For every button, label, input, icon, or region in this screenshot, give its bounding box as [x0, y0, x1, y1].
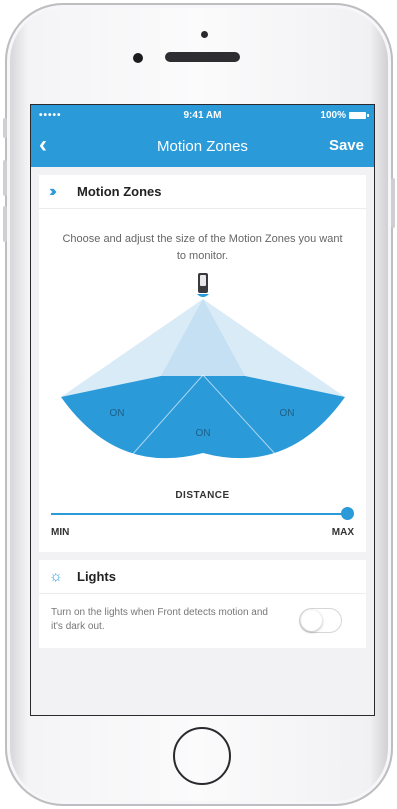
motion-zones-title: Motion Zones: [77, 184, 162, 199]
lights-toggle[interactable]: [299, 607, 342, 633]
nav-bar: ‹ Motion Zones Save: [31, 127, 374, 167]
volume-up-button: [3, 160, 7, 196]
lightbulb-icon: ☼: [49, 568, 63, 585]
toggle-knob[interactable]: [301, 609, 322, 631]
power-button: [391, 178, 395, 228]
save-button[interactable]: Save: [329, 137, 364, 154]
page-title: Motion Zones: [157, 138, 248, 155]
lights-description: Turn on the lights when Front detects mo…: [51, 607, 268, 632]
lights-header: ☼ Lights: [39, 560, 366, 594]
slider-track[interactable]: [51, 513, 342, 515]
volume-down-button: [3, 206, 7, 242]
motion-zones-diagram: ON ON ON: [39, 271, 368, 476]
battery-indicator: 100%: [320, 110, 369, 121]
lights-row: Turn on the lights when Front detects mo…: [39, 594, 366, 648]
slider-thumb[interactable]: [341, 507, 354, 520]
min-label: MIN: [51, 527, 70, 538]
zone-right-label: ON: [280, 408, 295, 419]
motion-zones-description: Choose and adjust the size of the Motion…: [62, 233, 343, 262]
battery-icon: [349, 112, 369, 119]
earpiece-speaker: [165, 52, 240, 62]
motion-zones-header: ››› Motion Zones: [39, 175, 366, 209]
max-label: MAX: [331, 527, 354, 538]
zone-active-area[interactable]: [61, 376, 345, 459]
triple-chevron-icon: ›››: [49, 182, 57, 200]
screen: ••••• 9:41 AM 100% ‹ Motion Zones Save ›…: [30, 104, 375, 716]
status-bar: ••••• 9:41 AM 100%: [31, 105, 374, 127]
camera-device-icon: [197, 273, 209, 297]
mute-switch: [3, 118, 7, 138]
battery-percent: 100%: [320, 110, 346, 121]
lights-card: ☼ Lights Turn on the lights when Front d…: [39, 560, 366, 648]
front-camera: [201, 31, 208, 38]
distance-label: DISTANCE: [175, 490, 230, 501]
motion-zones-card: ››› Motion Zones Choose and adjust the s…: [39, 175, 366, 552]
slider-range-labels: MIN MAX: [39, 523, 366, 552]
lights-title: Lights: [77, 569, 116, 584]
zone-left-label: ON: [110, 408, 125, 419]
zone-center-label: ON: [196, 428, 211, 439]
distance-slider[interactable]: [51, 501, 354, 523]
home-button[interactable]: [173, 727, 231, 785]
zones-svg: ON ON ON: [61, 273, 345, 459]
proximity-sensor: [133, 53, 143, 63]
